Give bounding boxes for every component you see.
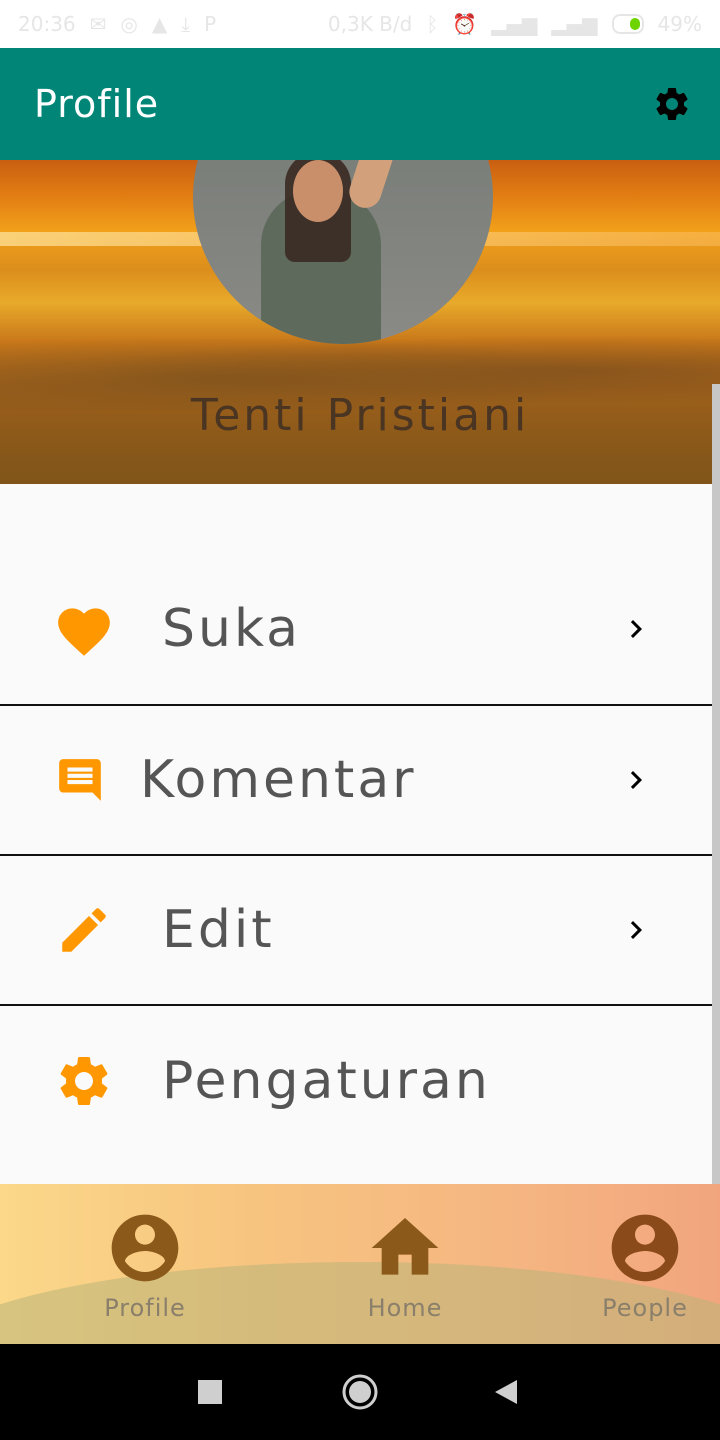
warning-notification-icon: ▲ [151, 12, 168, 36]
instagram-notification-icon: ◎ [120, 12, 138, 36]
alarm-off-icon: ⏰ [452, 12, 478, 36]
chevron-right-icon [618, 760, 654, 800]
account-circle-icon [105, 1208, 185, 1288]
comment-icon [48, 748, 112, 812]
signal-icon-2: ▂▄▆ [551, 12, 598, 36]
status-bar: 20:36 ✉ ◎ ▲ ⤓ P 0,3K B/d ᛒ ⏰ ▂▄▆ ▂▄▆ 49% [0, 0, 720, 48]
bluetooth-icon: ᛒ [426, 12, 439, 36]
nav-label-home: Home [367, 1294, 443, 1322]
battery-percent: 49% [657, 12, 702, 36]
menu-label-edit: Edit [162, 900, 275, 960]
nav-item-home[interactable]: Home [325, 1208, 485, 1322]
profile-name: Tenti Pristiani [190, 390, 530, 441]
heart-icon [52, 597, 116, 661]
home-button[interactable] [341, 1372, 379, 1416]
nav-label-people: People [602, 1294, 688, 1322]
menu-label-pengaturan: Pengaturan [162, 1051, 491, 1111]
nav-label-profile: Profile [104, 1294, 186, 1322]
app-bar: Profile [0, 48, 720, 160]
account-circle-icon [605, 1208, 685, 1288]
back-button[interactable] [493, 1372, 519, 1416]
menu-item-edit[interactable]: Edit [0, 856, 720, 1006]
settings-gear-icon[interactable] [652, 84, 692, 124]
chevron-right-icon [618, 609, 654, 649]
chevron-right-icon [618, 910, 654, 950]
mail-notification-icon: ✉ [89, 12, 107, 36]
menu-item-komentar[interactable]: Komentar [0, 706, 720, 856]
download-notification-icon: ⤓ [181, 12, 191, 36]
nav-item-profile[interactable]: Profile [65, 1208, 225, 1322]
menu-label-suka: Suka [162, 599, 302, 659]
status-time: 20:36 [18, 12, 76, 36]
menu-item-suka[interactable]: Suka [0, 554, 720, 706]
bottom-navigation: Profile Home People [0, 1184, 720, 1344]
profile-avatar[interactable] [193, 160, 493, 344]
system-navigation-bar [0, 1344, 720, 1440]
page-title: Profile [34, 82, 160, 126]
profile-header: Tenti Pristiani [0, 160, 720, 484]
menu-item-pengaturan[interactable]: Pengaturan [0, 1006, 720, 1156]
nav-item-people[interactable]: People [565, 1208, 720, 1322]
recents-button[interactable] [198, 1372, 222, 1416]
home-icon [365, 1208, 445, 1288]
menu-label-komentar: Komentar [140, 750, 417, 810]
signal-icon: ▂▄▆ [491, 12, 538, 36]
network-speed: 0,3K B/d [327, 12, 413, 36]
battery-icon [611, 14, 644, 34]
p-notification-icon: P [204, 12, 217, 36]
gear-icon [52, 1049, 116, 1113]
pencil-icon [52, 898, 116, 962]
